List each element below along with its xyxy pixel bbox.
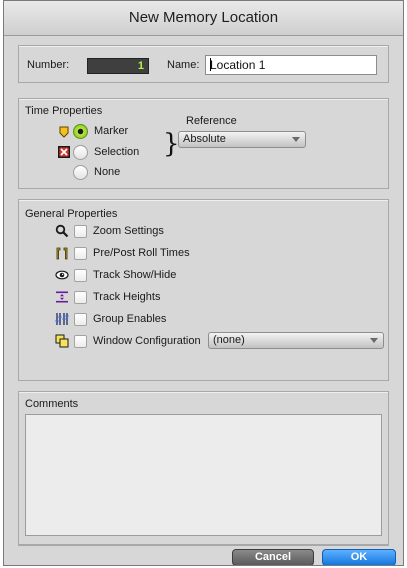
group-enables-checkbox[interactable] bbox=[74, 313, 87, 326]
reference-dropdown[interactable]: Absolute bbox=[178, 131, 306, 148]
zoom-settings-label: Zoom Settings bbox=[93, 225, 164, 237]
selection-radio[interactable] bbox=[73, 145, 88, 160]
window-configuration-label: Window Configuration bbox=[93, 335, 201, 347]
identity-panel: Number: 1 Name: Location 1 bbox=[18, 45, 389, 83]
memory-location-dialog: New Memory Location Number: 1 Name: Loca… bbox=[3, 0, 404, 566]
ok-button[interactable]: OK bbox=[322, 549, 396, 565]
time-properties-panel: Time Properties Marker Selection None } … bbox=[18, 98, 389, 189]
window-configuration-dropdown[interactable]: (none) bbox=[208, 332, 384, 349]
zoom-settings-checkbox[interactable] bbox=[74, 225, 87, 238]
window-configuration-dropdown-value: (none) bbox=[213, 334, 245, 346]
comments-title: Comments bbox=[25, 398, 79, 410]
marker-icon bbox=[59, 126, 69, 138]
marker-label: Marker bbox=[94, 125, 129, 137]
general-properties-panel: General Properties Zoom Settings Pre/Pos… bbox=[18, 199, 389, 381]
magnifier-icon bbox=[55, 224, 69, 238]
eye-icon bbox=[55, 270, 69, 280]
comments-textarea[interactable] bbox=[25, 414, 382, 536]
track-heights-icon bbox=[56, 291, 68, 303]
reference-dropdown-value: Absolute bbox=[183, 133, 226, 145]
number-field[interactable]: 1 bbox=[87, 58, 149, 74]
name-field-value: Location 1 bbox=[210, 58, 266, 72]
track-show-hide-label: Track Show/Hide bbox=[93, 269, 177, 281]
dialog-title: New Memory Location bbox=[4, 1, 403, 36]
group-enables-label: Group Enables bbox=[93, 313, 167, 325]
track-heights-checkbox[interactable] bbox=[74, 291, 87, 304]
pre-post-roll-label: Pre/Post Roll Times bbox=[93, 247, 190, 259]
group-enables-icon bbox=[55, 313, 69, 325]
name-label: Name: bbox=[167, 59, 200, 71]
general-properties-title: General Properties bbox=[25, 208, 118, 220]
number-label: Number: bbox=[27, 59, 70, 71]
pre-post-roll-icon bbox=[56, 247, 68, 260]
none-radio[interactable] bbox=[73, 165, 88, 180]
cancel-button[interactable]: Cancel bbox=[232, 549, 314, 565]
window-config-icon bbox=[55, 334, 69, 348]
time-properties-title: Time Properties bbox=[25, 105, 103, 117]
footer-divider bbox=[18, 545, 389, 546]
name-field[interactable]: Location 1 bbox=[205, 55, 377, 75]
selection-label: Selection bbox=[94, 146, 140, 158]
reference-label: Reference bbox=[186, 115, 237, 127]
selection-icon bbox=[58, 146, 70, 158]
none-label: None bbox=[94, 166, 121, 178]
chevron-down-icon bbox=[370, 338, 378, 343]
window-configuration-checkbox[interactable] bbox=[74, 335, 87, 348]
track-heights-label: Track Heights bbox=[93, 291, 161, 303]
comments-panel: Comments bbox=[18, 391, 389, 545]
chevron-down-icon bbox=[292, 137, 300, 142]
track-show-hide-checkbox[interactable] bbox=[74, 269, 87, 282]
pre-post-roll-checkbox[interactable] bbox=[74, 247, 87, 260]
marker-radio[interactable] bbox=[73, 124, 88, 139]
